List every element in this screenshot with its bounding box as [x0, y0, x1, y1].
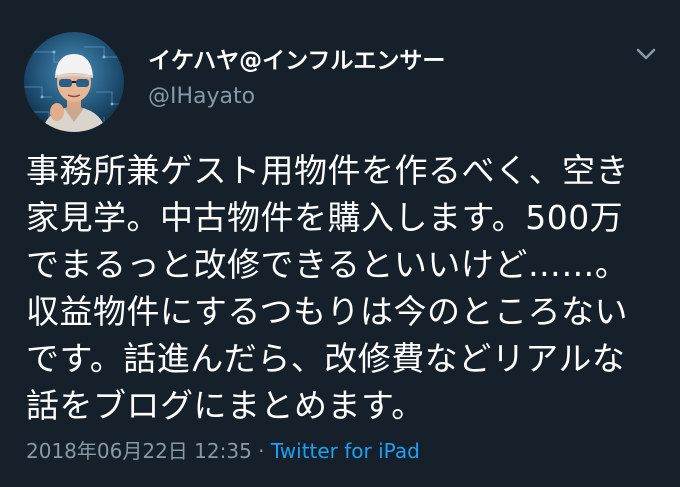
tweet-text: 事務所兼ゲスト用物件を作るべく、空き 家見学。中古物件を購入します。500万 で… [26, 151, 629, 425]
avatar[interactable] [24, 32, 124, 132]
display-name[interactable]: イケハヤ@インフルエンサー [148, 46, 445, 76]
tweet-source-link[interactable]: Twitter for iPad [271, 439, 420, 463]
chevron-down-glyph [636, 48, 656, 60]
tweet-card: イケハヤ@インフルエンサー @IHayato 事務所兼ゲスト用物件を作るべく、空… [0, 0, 680, 487]
meta-separator: · [258, 439, 265, 463]
user-handle[interactable]: @IHayato [148, 82, 255, 112]
tweet-timestamp[interactable]: 2018年06月22日 12:35 [26, 439, 252, 463]
chevron-down-icon[interactable] [632, 42, 660, 66]
tweet-meta: 2018年06月22日 12:35 · Twitter for iPad [26, 437, 420, 465]
avatar-image [24, 32, 124, 132]
